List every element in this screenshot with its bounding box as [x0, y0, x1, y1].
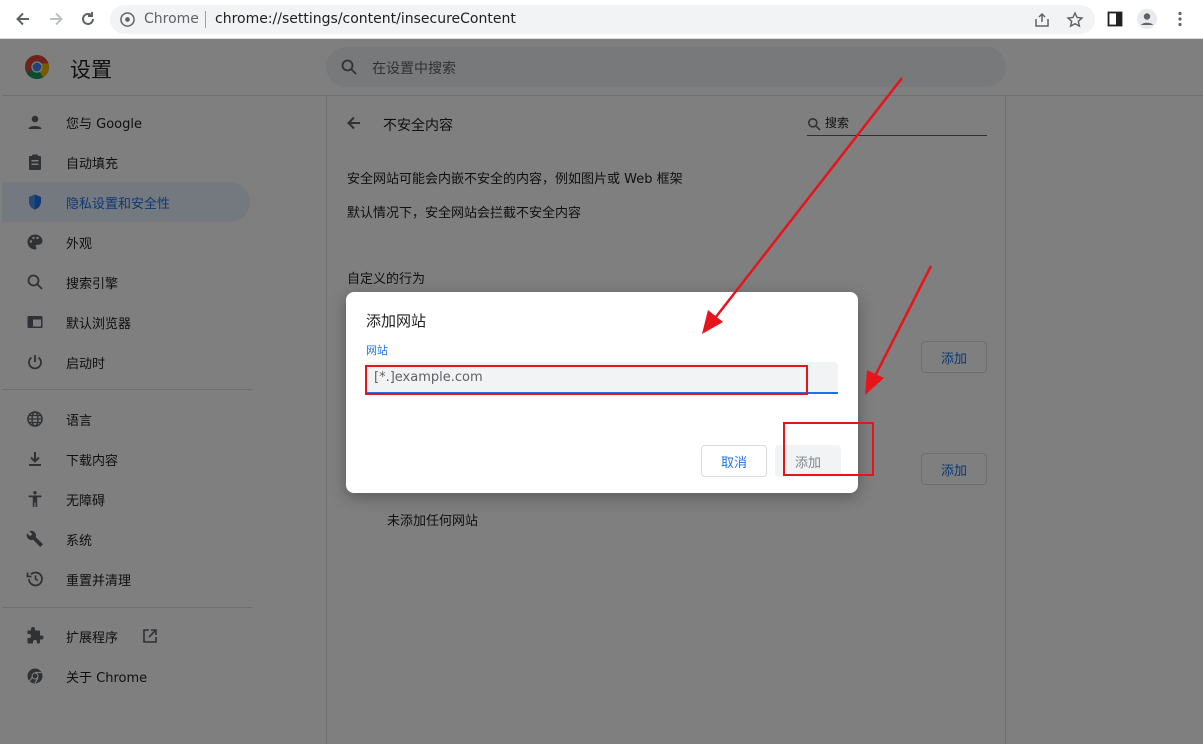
forward-icon[interactable]: [45, 8, 67, 30]
share-icon[interactable]: [1033, 11, 1051, 29]
reload-icon[interactable]: [77, 8, 99, 30]
star-icon[interactable]: [1066, 11, 1084, 29]
url-text[interactable]: chrome://settings/content/insecureConten…: [215, 11, 516, 27]
profile-avatar-icon[interactable]: [1136, 8, 1158, 30]
site-label: Chrome: [144, 11, 199, 27]
chrome-icon: [120, 12, 135, 27]
dialog-title: 添加网站: [366, 312, 427, 330]
site-field-label: 网站: [366, 344, 388, 357]
annotation-highlight-box: [365, 365, 808, 395]
back-icon[interactable]: [12, 8, 34, 30]
address-bar[interactable]: Chrome chrome://settings/content/insecur…: [110, 5, 1095, 34]
omnibox-divider: [205, 11, 206, 28]
annotation-highlight-box: [783, 422, 874, 476]
browser-toolbar: Chrome chrome://settings/content/insecur…: [0, 0, 1203, 39]
menu-more-icon[interactable]: [1169, 8, 1191, 30]
cancel-button[interactable]: 取消: [701, 445, 767, 477]
side-panel-icon[interactable]: [1104, 8, 1126, 30]
